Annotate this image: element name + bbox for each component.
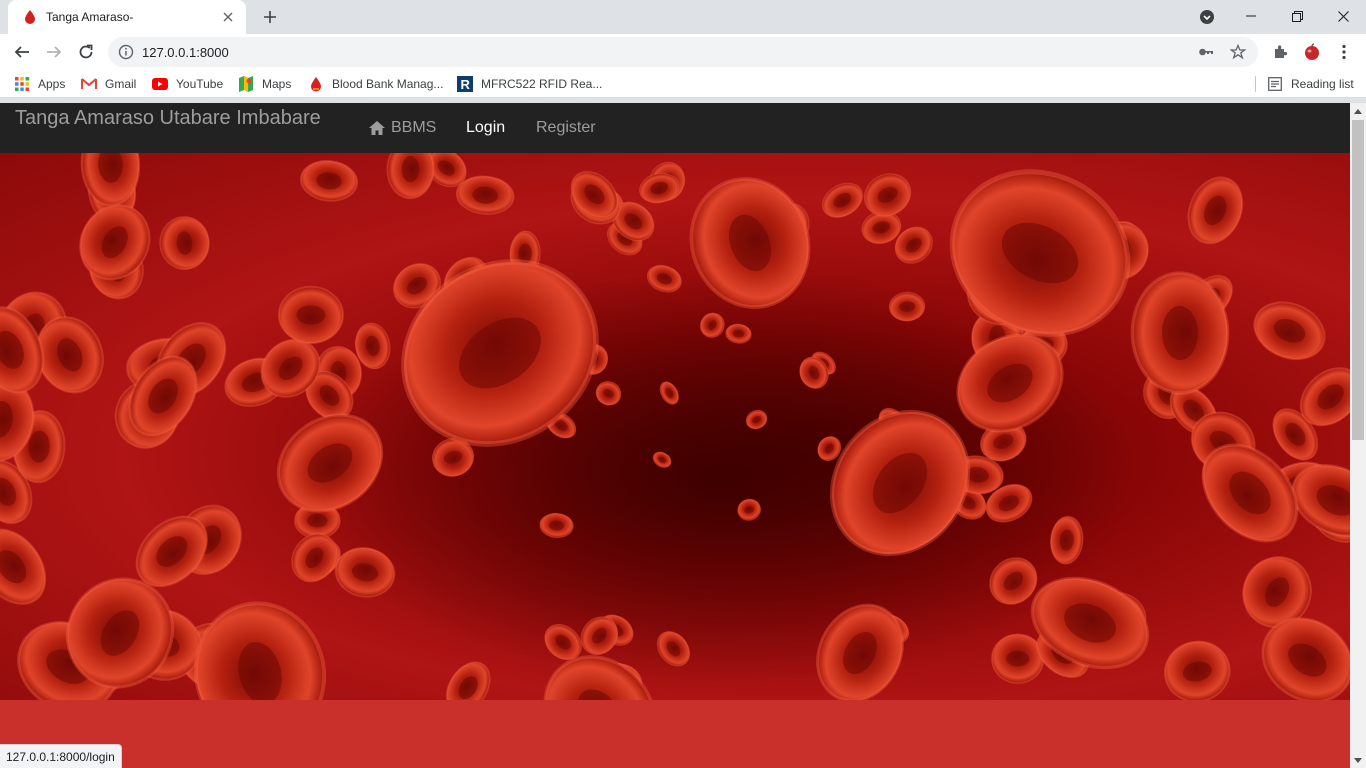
extensions-icon[interactable] [1269,41,1291,63]
reading-list-label: Reading list [1291,77,1354,91]
bookmark-label: YouTube [176,77,224,91]
tab-title: Tanga Amaraso- [46,10,134,24]
bookmark-star-icon[interactable] [1230,44,1246,60]
minimize-button[interactable] [1228,0,1274,32]
home-icon [369,121,385,135]
nav-login-label: Login [466,119,506,136]
blood-drop-icon [22,9,38,25]
tab-search-icon[interactable] [1196,6,1218,28]
maps-icon [238,76,254,92]
nav-register-link[interactable]: Register [536,119,596,137]
page-scrollbar[interactable] [1350,103,1366,768]
address-bar[interactable]: 127.0.0.1:8000 [108,37,1258,67]
bookmark-blood-bank[interactable]: Blood Bank Manag... [308,75,443,93]
browser-tab[interactable]: Tanga Amaraso- [8,0,246,34]
scroll-down-arrow-icon[interactable] [1350,752,1366,768]
nav-bbms-label: BBMS [391,119,437,136]
bookmark-label: MFRC522 RFID Rea... [481,77,603,91]
nav-register-label: Register [536,119,596,136]
svg-text:R: R [461,77,471,92]
gmail-icon [81,76,97,92]
bookmark-label: Gmail [105,77,137,91]
close-window-button[interactable] [1320,0,1366,32]
red-section-band [0,700,1350,768]
red-blood-cells-image [0,153,1350,700]
bookmark-label: Blood Bank Manag... [332,77,444,91]
key-icon[interactable] [1198,44,1214,60]
page-viewport: Tanga Amaraso Utabare Imbabare BBMS Logi… [0,103,1366,768]
bookmark-rfid[interactable]: R MFRC522 RFID Rea... [457,75,602,93]
nav-bbms-link[interactable]: BBMS [368,119,436,137]
bookmarks-bar: Apps Gmail YouTube Maps Blood Bank Manag… [0,70,1366,98]
reading-list-icon [1267,76,1283,92]
close-tab-icon[interactable] [220,9,236,25]
site-navbar: Tanga Amaraso Utabare Imbabare BBMS Logi… [0,103,1350,153]
site-brand[interactable]: Tanga Amaraso Utabare Imbabare [15,107,321,130]
r-letter-icon: R [457,76,473,92]
bookmark-apps[interactable]: Apps [14,75,65,93]
new-tab-button[interactable] [258,5,282,29]
url-text: 127.0.0.1:8000 [142,45,229,60]
bookmark-gmail[interactable]: Gmail [81,75,136,93]
scroll-up-arrow-icon[interactable] [1350,103,1366,119]
menu-kebab-icon[interactable] [1333,41,1355,63]
apps-grid-icon [14,76,30,92]
blood-drop-icon [308,76,324,92]
tab-strip: Tanga Amaraso- [0,0,1366,34]
reload-button[interactable] [72,38,100,66]
bookmarks-divider [1255,76,1256,92]
status-url-bubble: 127.0.0.1:8000/login [0,744,122,768]
youtube-icon [152,76,168,92]
bookmark-label: Apps [38,77,66,91]
scrollbar-thumb[interactable] [1352,120,1364,440]
bookmark-maps[interactable]: Maps [238,75,291,93]
profile-avatar[interactable] [1301,41,1323,63]
forward-button[interactable] [40,38,68,66]
nav-login-link[interactable]: Login [466,119,505,137]
back-button[interactable] [8,38,36,66]
site-info-icon[interactable] [118,44,134,60]
bookmark-youtube[interactable]: YouTube [152,75,223,93]
browser-toolbar: 127.0.0.1:8000 [0,34,1366,70]
reading-list-button[interactable]: Reading list [1267,75,1354,93]
restore-button[interactable] [1274,0,1320,32]
bookmark-label: Maps [262,77,292,91]
